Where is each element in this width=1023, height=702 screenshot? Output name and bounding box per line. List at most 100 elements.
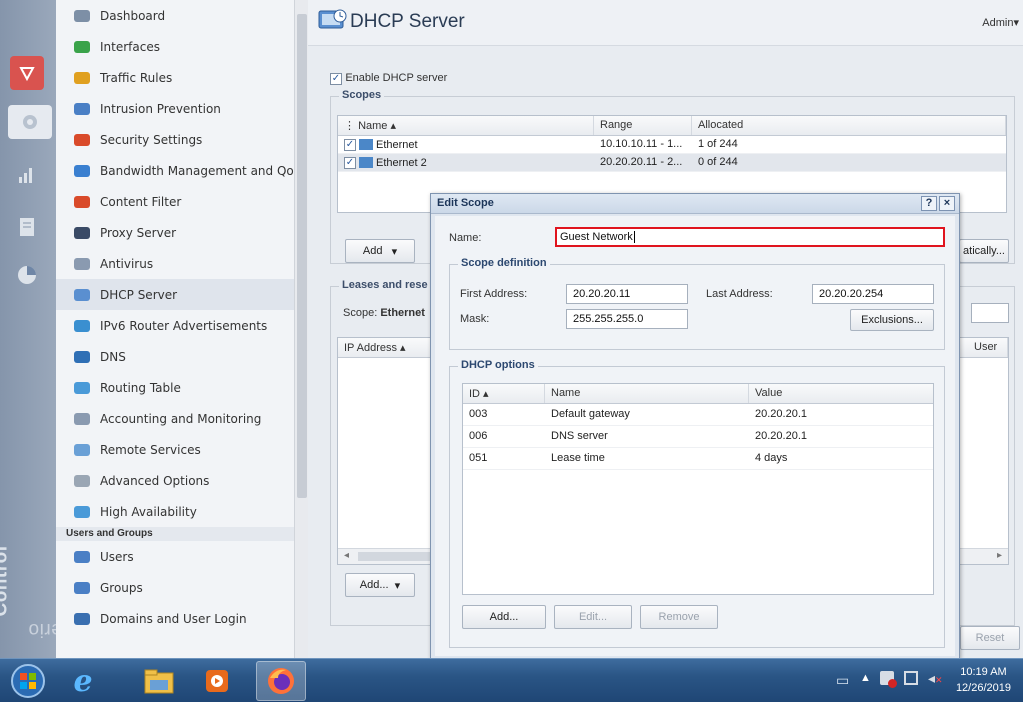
keyboard-icon[interactable]: ▭	[836, 672, 849, 689]
start-button[interactable]	[6, 661, 50, 701]
sidebar-item-high-availability[interactable]: High Availability	[56, 496, 294, 527]
enable-dhcp-checkbox[interactable]: ✓ Enable DHCP server	[330, 70, 447, 85]
search-input[interactable]	[971, 303, 1009, 323]
sidebar-item-label: Antivirus	[100, 256, 154, 271]
dhcp-icon	[318, 8, 348, 36]
network-icon	[359, 139, 373, 150]
volume-icon[interactable]: ◂✕	[928, 670, 943, 687]
col-range[interactable]: Range	[594, 116, 692, 135]
sidebar-scrollbar[interactable]	[294, 0, 308, 658]
sidebar-item-antivirus[interactable]: Antivirus	[56, 248, 294, 279]
exclusions-button[interactable]: Exclusions...	[850, 309, 934, 331]
sidebar-item-dhcp-server[interactable]: DHCP Server	[56, 279, 294, 310]
statistics-icon[interactable]	[10, 158, 44, 192]
col-ip-address[interactable]: IP Address ▴	[338, 338, 438, 357]
sidebar-item-traffic-rules[interactable]: Traffic Rules	[56, 62, 294, 93]
scrollbar-thumb[interactable]	[297, 14, 307, 498]
remove-option-button[interactable]: Remove	[640, 605, 718, 629]
add-lease-button[interactable]: Add... ▾	[345, 573, 415, 597]
add-scope-button[interactable]: Add ▾	[345, 239, 415, 263]
sidebar-item-routing-table[interactable]: Routing Table	[56, 372, 294, 403]
sidebar-item-intrusion-prevention[interactable]: Intrusion Prevention	[56, 93, 294, 124]
close-button[interactable]: ×	[939, 196, 955, 211]
sidebar-item-dashboard[interactable]: Dashboard	[56, 0, 294, 31]
col-name[interactable]: ⋮ Name ▴	[338, 116, 594, 135]
edit-option-button[interactable]: Edit...	[554, 605, 632, 629]
table-row[interactable]: 006 DNS server 20.20.20.1	[463, 426, 933, 448]
file-explorer-icon[interactable]	[134, 661, 184, 701]
sidebar-item-label: Advanced Options	[100, 473, 210, 488]
row-checkbox[interactable]: ✓	[344, 156, 356, 169]
sidebar-item-accounting-and-monitoring[interactable]: Accounting and Monitoring	[56, 403, 294, 434]
dialog-title-bar[interactable]: Edit Scope ? ×	[431, 194, 959, 214]
sidebar-item-remote-services[interactable]: Remote Services	[56, 434, 294, 465]
scopes-legend: Scopes	[339, 89, 385, 101]
interfaces-icon	[72, 38, 92, 56]
last-address-input[interactable]: 20.20.20.254	[812, 284, 934, 304]
sidebar-item-bandwidth-management-and-qos[interactable]: Bandwidth Management and QoS	[56, 155, 294, 186]
add-option-button[interactable]: Add...	[462, 605, 546, 629]
checkbox-icon[interactable]: ✓	[330, 73, 342, 85]
action-center-icon[interactable]	[880, 671, 897, 688]
sidebar-item-ipv6-router-advertisements[interactable]: IPv6 Router Advertisements	[56, 310, 294, 341]
col-user[interactable]: User	[968, 338, 1008, 357]
scrollbar-thumb[interactable]	[358, 552, 438, 561]
scroll-left-icon[interactable]: ◂	[344, 550, 349, 561]
bandwidth-icon	[72, 162, 92, 180]
sidebar-item-domains-and-user-login[interactable]: Domains and User Login	[56, 603, 294, 634]
media-player-icon[interactable]	[192, 661, 242, 701]
sidebar-item-users[interactable]: Users	[56, 541, 294, 572]
sidebar-item-label: Traffic Rules	[100, 70, 173, 85]
dns-icon	[72, 348, 92, 366]
col-option-name[interactable]: Name	[545, 384, 749, 403]
sidebar-item-proxy-server[interactable]: Proxy Server	[56, 217, 294, 248]
sidebar-item-groups[interactable]: Groups	[56, 572, 294, 603]
leases-legend: Leases and rese	[339, 279, 431, 291]
dhcp-options-table: ID ▴ Name Value 003 Default gateway 20.20.…	[462, 383, 934, 595]
clock[interactable]: 10:19 AM 12/26/2019	[956, 664, 1011, 696]
sidebar-item-security-settings[interactable]: Security Settings	[56, 124, 294, 155]
advanced-options-icon	[72, 472, 92, 490]
security-settings-icon	[72, 131, 92, 149]
table-row[interactable]: 051 Lease time 4 days	[463, 448, 933, 470]
configuration-icon[interactable]	[8, 105, 52, 139]
sidebar-item-advanced-options[interactable]: Advanced Options	[56, 465, 294, 496]
reset-button[interactable]: Reset	[960, 626, 1020, 650]
reports-icon[interactable]	[10, 258, 44, 292]
help-button[interactable]: ?	[921, 196, 937, 211]
col-allocated[interactable]: Allocated	[692, 116, 1006, 135]
scroll-right-icon[interactable]: ▸	[997, 550, 1002, 561]
network-tray-icon[interactable]	[904, 671, 918, 685]
col-value[interactable]: Value	[749, 384, 933, 403]
dhcp-options-fieldset: DHCP options ID ▴ Name Value 003 Default …	[449, 359, 945, 648]
sidebar-item-content-filter[interactable]: Content Filter	[56, 186, 294, 217]
scopes-table-header: ⋮ Name ▴ Range Allocated	[338, 116, 1006, 136]
user-menu[interactable]: Admin▾	[982, 16, 1019, 29]
sidebar-item-label: Domains and User Login	[100, 611, 247, 626]
sidebar-item-label: Dashboard	[100, 8, 166, 23]
traffic-rules-icon	[72, 69, 92, 87]
logs-icon[interactable]	[10, 210, 44, 244]
name-label: Name:	[449, 232, 482, 244]
table-row[interactable]: ✓ Ethernet 2 20.20.20.11 - 2... 0 of 244	[338, 154, 1006, 172]
col-id[interactable]: ID ▴	[463, 384, 545, 403]
internet-explorer-icon[interactable]: e	[58, 661, 108, 701]
mask-label: Mask:	[460, 313, 490, 325]
sidebar-item-label: Routing Table	[100, 380, 181, 395]
firefox-icon[interactable]	[256, 661, 306, 701]
last-address-label: Last Address:	[706, 288, 773, 300]
name-input[interactable]: Guest Network	[555, 227, 945, 247]
sidebar-item-interfaces[interactable]: Interfaces	[56, 31, 294, 62]
sidebar-item-dns[interactable]: DNS	[56, 341, 294, 372]
sidebar-item-label: Users	[100, 549, 134, 564]
scope-selector[interactable]: Scope: Ethernet	[343, 307, 425, 319]
auto-config-button[interactable]: atically...	[959, 239, 1009, 263]
status-icon[interactable]	[10, 56, 44, 90]
show-hidden-icons[interactable]: ▲	[860, 672, 871, 684]
sidebar-item-label: Proxy Server	[100, 225, 177, 240]
mask-input[interactable]: 255.255.255.0	[566, 309, 688, 329]
row-checkbox[interactable]: ✓	[344, 138, 356, 151]
table-row[interactable]: 003 Default gateway 20.20.20.1	[463, 404, 933, 426]
table-row[interactable]: ✓ Ethernet 10.10.10.11 - 1... 1 of 244	[338, 136, 1006, 154]
first-address-input[interactable]: 20.20.20.11	[566, 284, 688, 304]
